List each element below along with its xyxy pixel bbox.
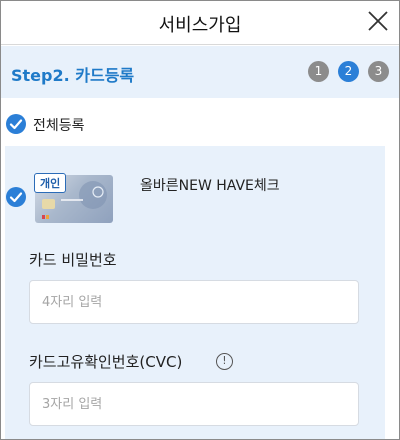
select-all-checkbox[interactable] xyxy=(6,114,26,134)
step-indicator-3: 3 xyxy=(368,61,389,82)
password-label: 카드 비밀번호 xyxy=(29,251,117,269)
checkmark-icon xyxy=(9,119,23,130)
checkmark-icon xyxy=(9,192,23,203)
card-panel: 개인 올바른NEW HAVE체크 카드 비밀번호 카드고유확인번호(CVC) ! xyxy=(5,146,385,439)
card-name: 올바른NEW HAVE체크 xyxy=(140,178,280,194)
select-all-row[interactable]: 전체등록 xyxy=(1,98,399,146)
close-icon xyxy=(368,11,388,31)
page-title: 서비스가입 xyxy=(158,15,242,36)
step-title: Step2. 카드등록 xyxy=(11,66,135,85)
select-all-label: 전체등록 xyxy=(33,118,85,134)
cvc-input[interactable] xyxy=(29,382,359,426)
header: 서비스가입 xyxy=(1,1,399,45)
app-frame: 서비스가입 Step2. 카드등록 1 2 3 전체등록 개인 올바른NEW H… xyxy=(0,0,400,440)
info-icon[interactable]: ! xyxy=(216,353,233,370)
cvc-label: 카드고유확인번호(CVC) xyxy=(29,353,183,371)
step-bar: Step2. 카드등록 1 2 3 xyxy=(1,46,399,98)
close-button[interactable] xyxy=(365,8,391,34)
card-type-badge: 개인 xyxy=(34,173,67,193)
card-checkbox[interactable] xyxy=(6,187,26,207)
step-indicator-1: 1 xyxy=(308,61,329,82)
password-input[interactable] xyxy=(29,280,359,324)
step-indicator-2: 2 xyxy=(338,61,359,82)
